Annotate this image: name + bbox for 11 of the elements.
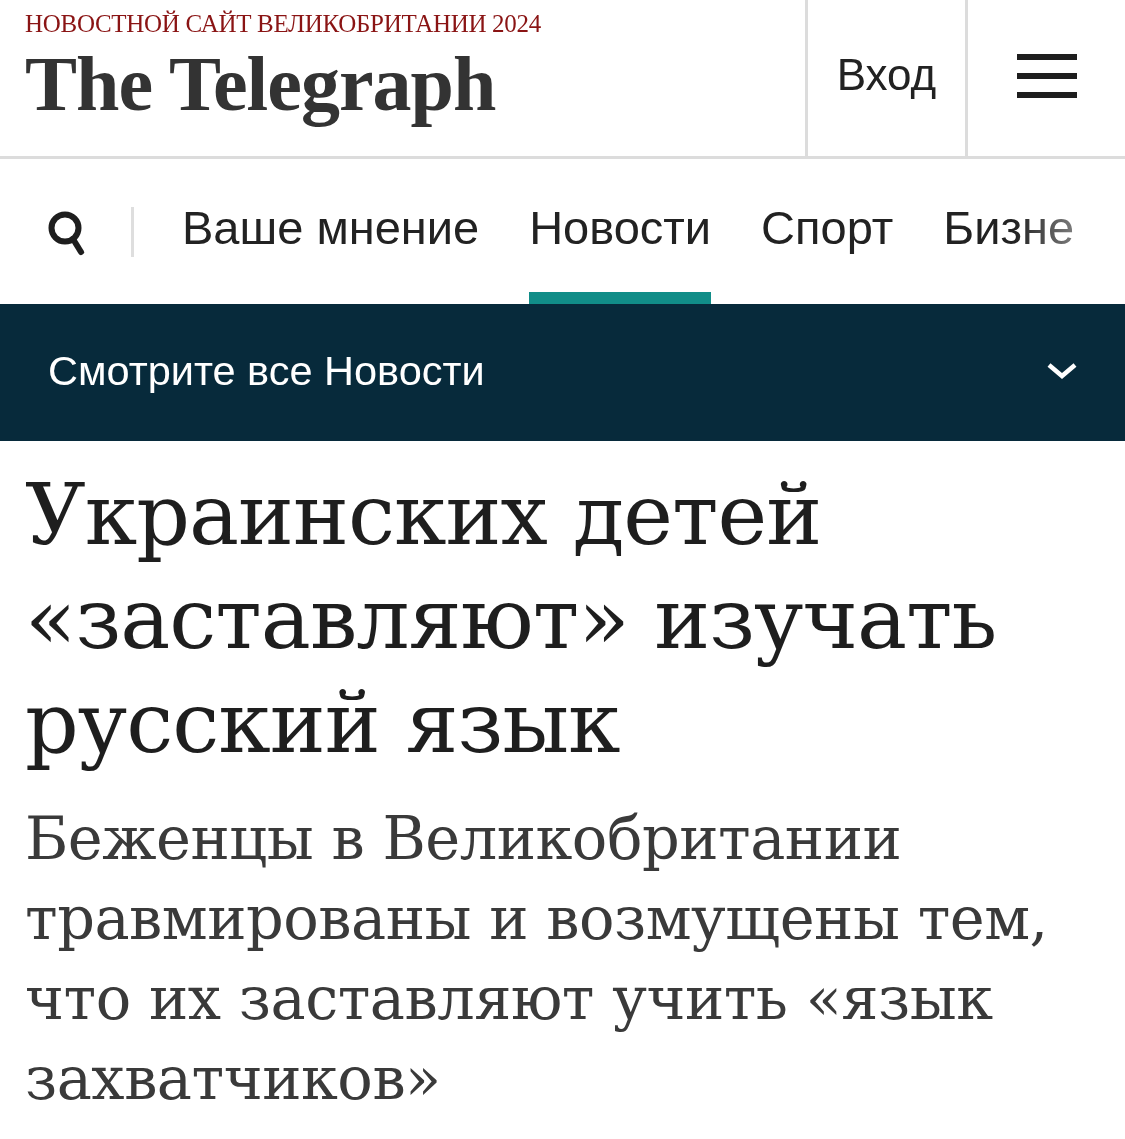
nav-tab[interactable]: Спорт: [761, 159, 894, 304]
site-tagline: НОВОСТНОЙ САЙТ ВЕЛИКОБРИТАНИИ 2024: [25, 9, 541, 39]
nav-tab[interactable]: Бизне: [943, 159, 1075, 304]
article-headline: Украинских детей «заставляют» изучать русский язык: [25, 465, 998, 774]
nav-tab[interactable]: Ваше мнение: [182, 159, 480, 304]
article-standfirst: Беженцы в Великобритании травмированы и возмущены тем, что их заставляют учить «язык захватчиков»: [25, 803, 1049, 1115]
section-dropdown[interactable]: Смотрите все Новости: [0, 304, 1125, 441]
section-label: Смотрите все Новости: [48, 346, 485, 395]
site-logo[interactable]: The Telegraph: [25, 39, 496, 129]
menu-icon: [1016, 54, 1077, 98]
search-icon: [48, 211, 85, 256]
